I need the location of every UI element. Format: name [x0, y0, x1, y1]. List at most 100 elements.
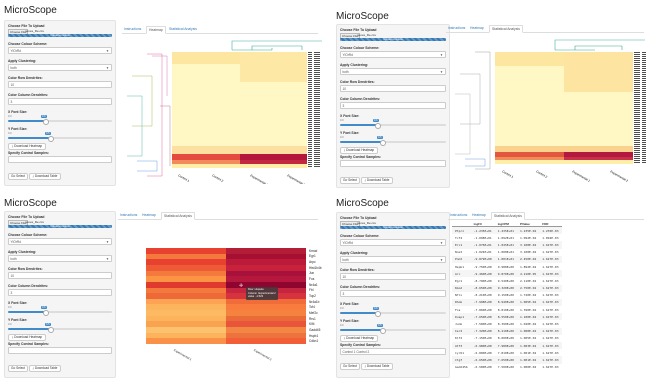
- col-label: Experimental 1: [572, 169, 592, 183]
- file-name: genes_file.csv: [25, 220, 45, 224]
- control-input[interactable]: [8, 347, 112, 354]
- table-cell: 1.003E-04: [516, 342, 540, 350]
- table-row[interactable]: Atf3 -6.980E+00 7.980E+00 1.003E-04 1.627E-0…: [452, 342, 562, 350]
- table-row[interactable]: Egr1 -8.790E+00 9.540E+00 2.110E-04 1.627E-0…: [452, 277, 562, 284]
- xfont-slider-fill: [8, 311, 45, 313]
- tab-instructions[interactable]: Instructions: [124, 26, 141, 33]
- cluster-select[interactable]: both: [8, 255, 112, 262]
- cluster-select[interactable]: both: [340, 68, 446, 75]
- colour-select[interactable]: YlOrRd: [8, 47, 112, 54]
- go-select-button[interactable]: Go Select: [8, 365, 28, 372]
- colour-select[interactable]: YlOrRd: [340, 239, 446, 246]
- tab-statistical-analysis[interactable]: Statistical Analysis: [161, 212, 195, 220]
- col-label: Control 1: [178, 173, 191, 183]
- col-dendrite-input[interactable]: 3: [340, 290, 446, 297]
- yfont-value: 0.5: [377, 136, 383, 139]
- download-heatmap-button[interactable]: ⤓ Download Heatmap: [8, 334, 46, 341]
- download-heatmap-button[interactable]: ⤓ Download Heatmap: [340, 335, 378, 342]
- row-dendrite-label: Color Row Dendrites:: [8, 267, 43, 271]
- heatmap-cell[interactable]: [226, 338, 306, 344]
- tab-statistical-analysis[interactable]: Statistical Analysis: [169, 26, 197, 33]
- go-select-button[interactable]: Go Select: [340, 177, 360, 184]
- xfont-slider-handle[interactable]: [43, 118, 49, 125]
- statistics-table: logFC logCPM PValue FDR Ptprz -1.235E+01 1.23…: [452, 222, 562, 371]
- tab-heatmap[interactable]: Heatmap: [142, 212, 156, 219]
- yfont-slider-fill: [340, 141, 382, 143]
- tab-instructions[interactable]: Instructions: [450, 212, 467, 219]
- download-heatmap-button[interactable]: ⤓ Download Heatmap: [340, 147, 378, 154]
- go-select-button[interactable]: Go Select: [8, 173, 28, 180]
- file-name: genes_file.csv: [357, 33, 377, 37]
- col-dendrite-input[interactable]: 3: [8, 98, 112, 105]
- table-row[interactable]: Kmod -8.650E+00 9.320E+00 2.750E-04 1.627E-0…: [452, 284, 562, 292]
- col-dendrite-input[interactable]: 3: [340, 102, 446, 109]
- table-row[interactable]: Arc -9.460E+00 9.870E+00 4.210E-05 1.627E-03: [452, 270, 562, 278]
- col-dendrite-input[interactable]: 3: [8, 289, 112, 296]
- download-table-button[interactable]: ⤓ Download Table: [29, 365, 61, 372]
- cluster-select[interactable]: both: [8, 64, 112, 71]
- table-row[interactable]: Hspb1 -9.750E+00 9.988E+00 1.892E-04 1.627E-…: [452, 263, 562, 270]
- table-cell: -6.500E+00: [473, 365, 492, 370]
- download-table-button[interactable]: ⤓ Download Table: [361, 363, 393, 370]
- row-dendrite-input[interactable]: 10: [340, 273, 446, 280]
- tab-instructions[interactable]: Instructions: [448, 25, 465, 32]
- tab-heatmap[interactable]: Heatmap: [470, 25, 484, 32]
- table-row[interactable]: Cyr61 -6.800E+00 7.810E+00 1.001E-04 1.627E-…: [452, 349, 562, 356]
- heatmap-row-label: Nr4a1: [309, 282, 318, 287]
- chevron-down-icon: ▼: [440, 258, 443, 262]
- table-cell: 1.005E-04: [516, 298, 540, 307]
- table-row[interactable]: Rhob -7.998E+00 8.940E+00 1.005E-04 1.627E-0…: [452, 298, 562, 307]
- tab-statistical-analysis[interactable]: Statistical Analysis: [491, 212, 525, 220]
- heatmap-band-orange: [495, 157, 564, 160]
- heatmap-cell[interactable]: [146, 338, 226, 344]
- panel-heatmap-experimental: MicroScope Choose File To Upload Choose …: [0, 192, 324, 378]
- row-dendrite-input[interactable]: 10: [8, 81, 112, 88]
- table-row[interactable]: Erc1 -1.076E+01 1.045E+01 3.108E-04 1.627E-0…: [452, 241, 562, 249]
- download-table-button[interactable]: ⤓ Download Table: [361, 177, 393, 184]
- yfont-slider-handle[interactable]: [380, 139, 386, 146]
- table-row[interactable]: Ctgf -6.650E+00 7.650E+00 1.001E-04 1.627E-0…: [452, 356, 562, 364]
- cluster-label: Apply Clustering:: [340, 251, 369, 255]
- table-cell: 1.627E-03: [539, 327, 562, 335]
- yfont-slider-fill: [8, 137, 50, 139]
- download-table-button[interactable]: ⤓ Download Table: [29, 173, 61, 180]
- yfont-slider-handle[interactable]: [48, 326, 54, 333]
- xfont-slider-handle[interactable]: [43, 309, 49, 316]
- tab-statistical-analysis[interactable]: Statistical Analysis: [489, 25, 523, 33]
- tab-bar: Instructions Heatmap Statistical Analysi…: [118, 212, 318, 220]
- row-dendrite-input[interactable]: 10: [8, 272, 112, 279]
- cluster-select[interactable]: both: [340, 256, 446, 263]
- xfont-slider-handle[interactable]: [375, 122, 381, 129]
- control-input[interactable]: [340, 160, 446, 167]
- col-dendrogram: [554, 39, 645, 50]
- colour-select[interactable]: YlOrRd: [8, 238, 112, 245]
- go-select-button[interactable]: Go Select: [340, 363, 360, 370]
- heatmap-row-label: Hist1h4b: [309, 265, 322, 270]
- control-input[interactable]: Control 1 Control 2: [340, 348, 446, 355]
- table-row[interactable]: Ier2 -7.320E+00 8.210E+00 1.008E-04 1.627E-0…: [452, 327, 562, 335]
- table-row[interactable]: Fos -7.860E+00 8.810E+00 1.390E-04 1.627E-03: [452, 306, 562, 313]
- xfont-slider-handle[interactable]: [375, 310, 381, 317]
- table-row[interactable]: Junb -7.500E+00 8.390E+00 1.020E-04 1.627E-0…: [452, 320, 562, 327]
- table-row[interactable]: Dusp1 -7.650E+00 8.550E+00 1.100E-04 1.627E-…: [452, 313, 562, 321]
- table-row[interactable]: Pnmt -9.879E+00 1.001E+01 2.450E-04 1.627E-0…: [452, 255, 562, 263]
- row-dendrite-input[interactable]: 10: [340, 85, 446, 92]
- table-row[interactable]: Nfix -8.210E+00 9.150E+00 1.720E-04 1.627E-0…: [452, 292, 562, 299]
- yfont-slider-handle[interactable]: [380, 327, 386, 334]
- control-input[interactable]: [8, 156, 112, 163]
- tab-instructions[interactable]: Instructions: [120, 212, 137, 219]
- yfont-min: 0.0: [340, 136, 344, 139]
- colour-select[interactable]: YlOrRd: [340, 51, 446, 58]
- tab-heatmap[interactable]: Heatmap: [146, 26, 166, 34]
- yfont-slider-fill: [340, 329, 382, 331]
- table-row[interactable]: Gadd45b -6.500E+00 7.500E+00 1.000E-04 1.627…: [452, 364, 562, 371]
- table-row[interactable]: Tcf4 -1.098E+01 1.092E+01 1.092E-04 1.092E-0…: [452, 234, 562, 241]
- table-row[interactable]: Nnat -1.024E+01 1.008E+01 3.108E-04 1.627E-0…: [452, 249, 562, 256]
- tab-heatmap[interactable]: Heatmap: [472, 212, 486, 219]
- table-row[interactable]: Ptprz -1.235E+01 1.235E+01 1.235E-04 1.235E-…: [452, 226, 562, 235]
- download-heatmap-button[interactable]: ⤓ Download Heatmap: [8, 143, 46, 150]
- download-heatmap-label: Download Heatmap: [346, 148, 375, 152]
- row-labels-dense: [308, 52, 320, 168]
- yfont-slider-handle[interactable]: [48, 135, 54, 142]
- table-row[interactable]: Klf2 -7.150E+00 8.000E+00 1.005E-04 1.627E-0…: [452, 335, 562, 342]
